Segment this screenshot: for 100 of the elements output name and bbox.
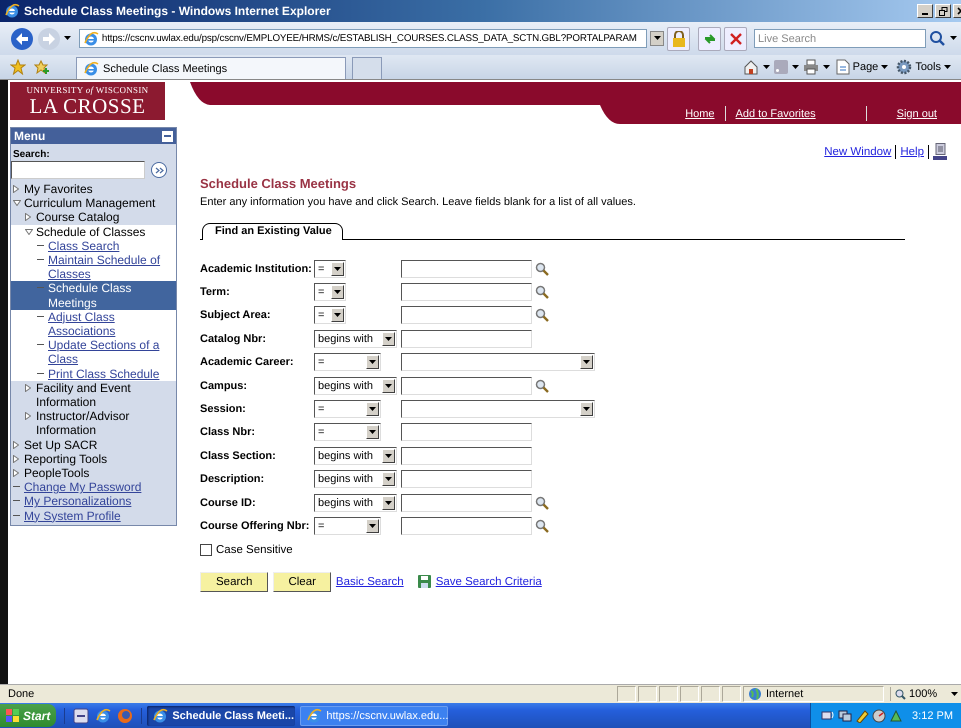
search-field[interactable]: Live Search: [754, 29, 926, 48]
menu-link[interactable]: Print Class Schedule: [48, 366, 160, 381]
page-title: Schedule Class Meetings: [200, 176, 358, 191]
menu-link[interactable]: Maintain Schedule of Classes: [48, 253, 174, 282]
report-icon[interactable]: [933, 143, 947, 161]
zoom-control[interactable]: 100%: [890, 687, 961, 701]
value-dropdown[interactable]: [401, 400, 595, 418]
menu-link[interactable]: My System Profile: [24, 508, 121, 523]
action-button[interactable]: Clear: [273, 572, 331, 592]
input-field[interactable]: [401, 283, 532, 302]
feed-caret-icon[interactable]: [792, 64, 799, 70]
taskbar-button[interactable]: Schedule Class Meeti...: [147, 706, 296, 726]
restore-button[interactable]: [935, 4, 951, 18]
search-link[interactable]: Basic Search: [336, 576, 404, 588]
lookup-icon[interactable]: [535, 308, 549, 322]
menu-folder[interactable]: Reporting Tools: [24, 452, 108, 466]
operator-dropdown[interactable]: begins with: [314, 330, 397, 348]
menu-folder[interactable]: Course Catalog: [36, 210, 120, 225]
search-label: Search:: [12, 148, 51, 161]
print-caret-icon[interactable]: [822, 64, 830, 70]
stop-icon[interactable]: [730, 32, 742, 44]
menu-link[interactable]: My Personalizations: [24, 494, 132, 509]
input-field[interactable]: [401, 423, 532, 442]
search-link[interactable]: Save Search Criteria: [436, 576, 542, 588]
caret-icon: [944, 64, 951, 70]
input-field[interactable]: [401, 470, 532, 488]
lookup-icon[interactable]: [535, 262, 549, 276]
input-field[interactable]: [401, 446, 532, 465]
header-link[interactable]: New Window: [824, 146, 892, 158]
search-caret-icon[interactable]: [950, 36, 957, 41]
operator-dropdown[interactable]: =: [314, 353, 381, 372]
operator-dropdown[interactable]: =: [314, 260, 346, 278]
caret-icon: [369, 524, 376, 528]
checkbox[interactable]: [200, 544, 212, 556]
input-field[interactable]: [401, 376, 532, 395]
menu-search-field[interactable]: [11, 161, 145, 179]
menu-folder[interactable]: My Favorites: [24, 182, 93, 196]
header-link[interactable]: Add to Favorites: [726, 108, 826, 120]
toolbar-menu-button[interactable]: Tools: [894, 59, 953, 75]
input-field[interactable]: [401, 306, 532, 324]
header-link[interactable]: Home: [675, 108, 725, 120]
menu-folder[interactable]: Instructor/Advisor Information: [36, 409, 174, 438]
home-icon[interactable]: [742, 59, 759, 75]
start-button[interactable]: Start: [0, 704, 56, 727]
lock-icon[interactable]: [672, 30, 686, 46]
lookup-icon[interactable]: [535, 496, 549, 510]
desktop-shortcut-icon[interactable]: [73, 708, 90, 724]
search-tab[interactable]: Find an Existing Value: [202, 223, 343, 240]
operator-dropdown[interactable]: =: [314, 306, 346, 324]
taskbar-button[interactable]: https://cscnv.uwlax.edu...: [300, 706, 448, 726]
lookup-icon[interactable]: [535, 378, 549, 393]
back-icon[interactable]: [10, 26, 34, 50]
operator-dropdown[interactable]: =: [314, 400, 381, 418]
printer-icon[interactable]: [802, 59, 819, 75]
history-caret-icon[interactable]: [64, 36, 71, 41]
input-field[interactable]: [401, 516, 532, 535]
menu-folder[interactable]: Facility and Event Information: [36, 380, 174, 410]
menu-link[interactable]: Class Search: [48, 238, 120, 254]
browser-tab[interactable]: Schedule Class Meetings: [76, 57, 346, 79]
operator-dropdown[interactable]: begins with: [314, 446, 397, 465]
operator-dropdown[interactable]: =: [314, 423, 381, 442]
lookup-icon[interactable]: [535, 285, 549, 300]
menu-folder[interactable]: PeopleTools: [24, 466, 90, 480]
tray-app-icon: [889, 708, 904, 722]
caret-icon: [583, 360, 590, 364]
operator-dropdown[interactable]: begins with: [314, 494, 397, 512]
operator-dropdown[interactable]: =: [314, 516, 381, 535]
minimize-button[interactable]: [917, 4, 933, 18]
menu-link[interactable]: Adjust Class Associations: [48, 310, 174, 338]
menu-folder[interactable]: Set Up SACR: [24, 438, 98, 452]
refresh-icon[interactable]: [702, 32, 717, 46]
operator-dropdown[interactable]: begins with: [314, 376, 397, 395]
field-label: Description:: [200, 473, 266, 486]
menu-folder[interactable]: Schedule of Classes: [36, 224, 146, 239]
header-link[interactable]: Help: [900, 146, 924, 158]
header-link[interactable]: Sign out: [886, 108, 947, 120]
action-button[interactable]: Search: [200, 572, 268, 592]
address-field[interactable]: https://cscnv.uwlax.edu/psp/cscnv/EMPLOYEE/HRMS/c/ESTABLISH_COURSES.CLASS_DATA_SCTN.GBL?PORTALPARAM: [78, 29, 648, 48]
add-favorite-icon[interactable]: [34, 59, 50, 75]
search-icon[interactable]: [929, 30, 947, 48]
browser-shortcut-icon[interactable]: [95, 708, 112, 724]
favorites-star-icon[interactable]: [10, 59, 26, 75]
operator-dropdown[interactable]: =: [314, 283, 346, 302]
menu-link[interactable]: Update Sections of a Class: [48, 338, 174, 367]
menu-folder[interactable]: Curriculum Management: [24, 196, 156, 210]
input-field[interactable]: [401, 260, 532, 278]
collapse-menu-button[interactable]: [162, 130, 173, 142]
input-field[interactable]: [401, 494, 532, 512]
input-field[interactable]: [401, 330, 532, 348]
toolbar-menu-button[interactable]: Page: [834, 59, 890, 75]
go-button[interactable]: [151, 162, 167, 178]
field-label: Class Nbr:: [200, 426, 256, 438]
operator-dropdown[interactable]: begins with: [314, 470, 397, 488]
address-dropdown[interactable]: [650, 31, 664, 46]
value-dropdown[interactable]: [401, 353, 595, 372]
lookup-icon[interactable]: [535, 518, 549, 533]
caret-icon: [369, 430, 376, 434]
dash-icon: [13, 514, 20, 517]
menu-link[interactable]: Change My Password: [24, 480, 142, 494]
home-caret-icon[interactable]: [762, 64, 770, 70]
